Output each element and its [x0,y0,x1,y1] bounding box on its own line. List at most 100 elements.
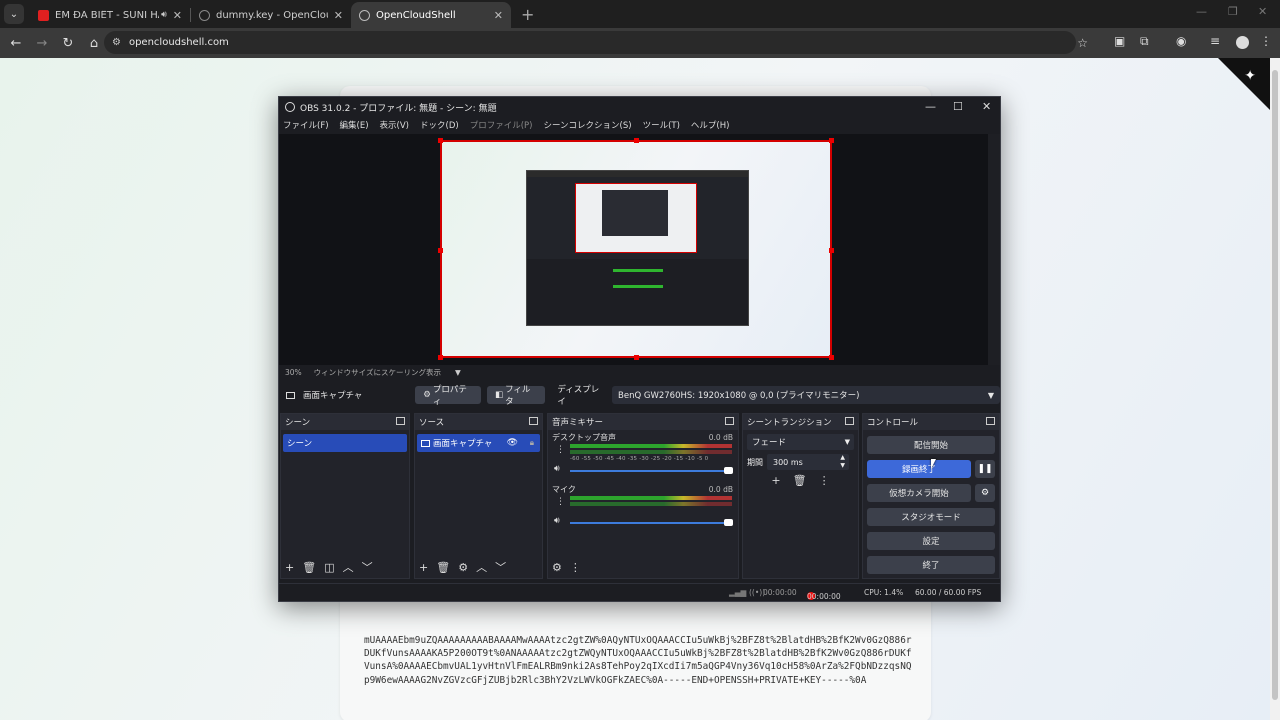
close-tab-icon[interactable]: ✕ [334,9,343,22]
menu-scene-collection[interactable]: シーンコレクション(S) [543,119,631,131]
transition-select[interactable]: フェード ▼ [747,434,854,450]
maximize-icon[interactable]: ❐ [1228,5,1238,18]
display-select[interactable]: BenQ GW2760HS: 1920x1080 @ 0,0 (プライマリモニタ… [612,386,1001,404]
menu-dock[interactable]: ドック(D) [420,119,459,131]
menu-edit[interactable]: 編集(E) [340,119,369,131]
pause-recording-button[interactable]: ❚❚ [975,460,995,478]
button-label: スタジオモード [901,513,961,523]
move-up-icon[interactable]: ︿ [343,559,354,575]
page-scrollbar[interactable] [1270,58,1280,720]
menu-tools[interactable]: ツール(T) [643,119,680,131]
zoom-dropdown-icon[interactable]: ▼ [455,368,461,377]
bookmark-star-icon[interactable]: ☆ [1077,36,1088,50]
advanced-audio-gear-icon[interactable]: ⚙︎ [552,561,562,574]
controls-dock: コントロール 配信開始 録画終了 ❚❚ 仮想カメラ開始 ⚙︎ スタジオモード 設… [862,413,1000,579]
studio-mode-button[interactable]: スタジオモード [867,508,995,526]
screen-capture-preview[interactable] [438,138,834,360]
home-icon[interactable]: ⌂ [82,36,106,51]
github-octocat-icon[interactable]: ✦ [1244,68,1256,84]
move-up-icon[interactable]: ︿ [476,559,487,575]
tab-opencloudshell[interactable]: OpenCloudShell ✕ [351,2,511,28]
duration-input[interactable]: 300 ms ▲ ▼ [767,454,849,470]
filters-button[interactable]: ◧ フィルタ [487,385,546,407]
move-down-icon[interactable]: ﹀ [495,559,506,575]
fps-readout: 60.00 / 60.00 FPS [915,588,982,597]
address-bar[interactable]: ⚙︎ opencloudshell.com ☆ [104,31,1088,54]
speaker-icon[interactable]: 🔊︎ [554,464,560,474]
slider-knob[interactable] [724,467,733,474]
undock-icon[interactable] [725,417,734,425]
preview-scrollbar[interactable] [988,134,1000,368]
eye-icon[interactable]: 👁︎ [507,438,518,448]
trash-icon[interactable]: 🗑︎ [302,561,316,574]
forward-arrow-icon[interactable]: → [30,36,54,51]
properties-button[interactable]: ⚙︎ プロパティ [415,385,482,407]
undock-icon[interactable] [845,417,854,425]
spinner-icon[interactable]: ▲ ▼ [840,454,845,470]
trash-icon[interactable]: 🗑︎ [436,561,450,574]
kebab-icon[interactable]: ⋮ [570,561,581,574]
menu-file[interactable]: ファイル(F) [283,119,329,131]
source-item[interactable]: 画面キャプチャ 👁︎ 🔒︎ [417,434,540,452]
kebab-icon[interactable]: ⋮ [556,497,565,507]
dock-header: シーン [281,414,409,430]
add-icon[interactable]: + [285,561,294,574]
selected-source: 画面キャプチャ [286,389,415,401]
exit-button[interactable]: 終了 [867,556,995,574]
add-icon[interactable]: + [419,561,428,574]
menu-profile[interactable]: プロファイル(P) [470,119,533,131]
undock-icon[interactable] [396,417,405,425]
start-virtual-camera-button[interactable]: 仮想カメラ開始 [867,484,971,502]
extension-icon[interactable]: ▣ [1114,34,1125,48]
avatar[interactable] [1236,36,1249,49]
undock-icon[interactable] [986,417,995,425]
menu-help[interactable]: ヘルプ(H) [691,119,730,131]
virtual-camera-settings-button[interactable]: ⚙︎ [975,484,995,502]
stop-recording-button[interactable]: 録画終了 [867,460,971,478]
profile-sync-icon[interactable]: ◉ [1176,34,1186,48]
tab-search-chevron-icon[interactable]: ⌄ [4,4,24,24]
monitor-icon [286,391,295,399]
volume-slider[interactable] [570,519,733,526]
dock-title: 音声ミキサー [552,418,604,428]
start-streaming-button[interactable]: 配信開始 [867,436,995,454]
new-tab-icon[interactable]: + [521,5,534,24]
menu-kebab-icon[interactable]: ⋮ [1260,34,1272,48]
puzzle-icon[interactable]: ⧉ [1140,34,1149,49]
add-icon[interactable]: + [771,474,780,487]
tab-dummy-key[interactable]: dummy.key - OpenCloudShell ✕ [191,2,351,28]
scene-filter-icon[interactable]: ◫ [324,561,334,574]
kebab-icon[interactable]: ⋮ [556,445,565,455]
reload-icon[interactable]: ↻ [56,36,80,51]
mixer-toolbar: ⚙︎ ⋮ [548,556,738,578]
site-info-icon[interactable]: ⚙︎ [112,37,121,48]
github-corner[interactable] [1218,58,1270,110]
reading-list-icon[interactable]: ≡ [1210,34,1220,48]
undock-icon[interactable] [529,417,538,425]
obs-close-icon[interactable]: ✕ [982,100,991,113]
close-tab-icon[interactable]: ✕ [173,9,182,22]
minimize-icon[interactable]: — [1196,5,1207,18]
move-down-icon[interactable]: ﹀ [362,559,373,575]
scene-item[interactable]: シーン [283,434,407,452]
kebab-icon[interactable]: ⋮ [819,474,830,487]
close-window-icon[interactable]: ✕ [1258,5,1267,18]
volume-slider[interactable] [570,467,733,474]
slider-knob[interactable] [724,519,733,526]
preview-canvas[interactable] [279,134,1000,368]
speaker-icon[interactable]: 🔊︎ [554,516,560,526]
tab-title: OpenCloudShell [376,9,456,21]
obs-minimize-icon[interactable]: — [925,100,936,113]
obs-maximize-icon[interactable]: ☐ [953,100,963,113]
tab-music[interactable]: EM ĐÃ BIẾT - SUNI HẠ LINH 🔊︎ ✕ [30,2,190,28]
gear-icon[interactable]: ⚙︎ [458,561,468,574]
close-tab-icon[interactable]: ✕ [494,9,503,22]
menu-view[interactable]: 表示(V) [380,119,409,131]
scrollbar-thumb[interactable] [1272,70,1278,700]
trash-icon[interactable]: 🗑︎ [793,474,807,487]
settings-button[interactable]: 設定 [867,532,995,550]
speaker-icon[interactable]: 🔊︎ [161,10,167,20]
lock-icon[interactable]: 🔒︎ [530,438,534,448]
back-arrow-icon[interactable]: ← [4,36,28,51]
dock-header: シーントランジション [743,414,858,430]
